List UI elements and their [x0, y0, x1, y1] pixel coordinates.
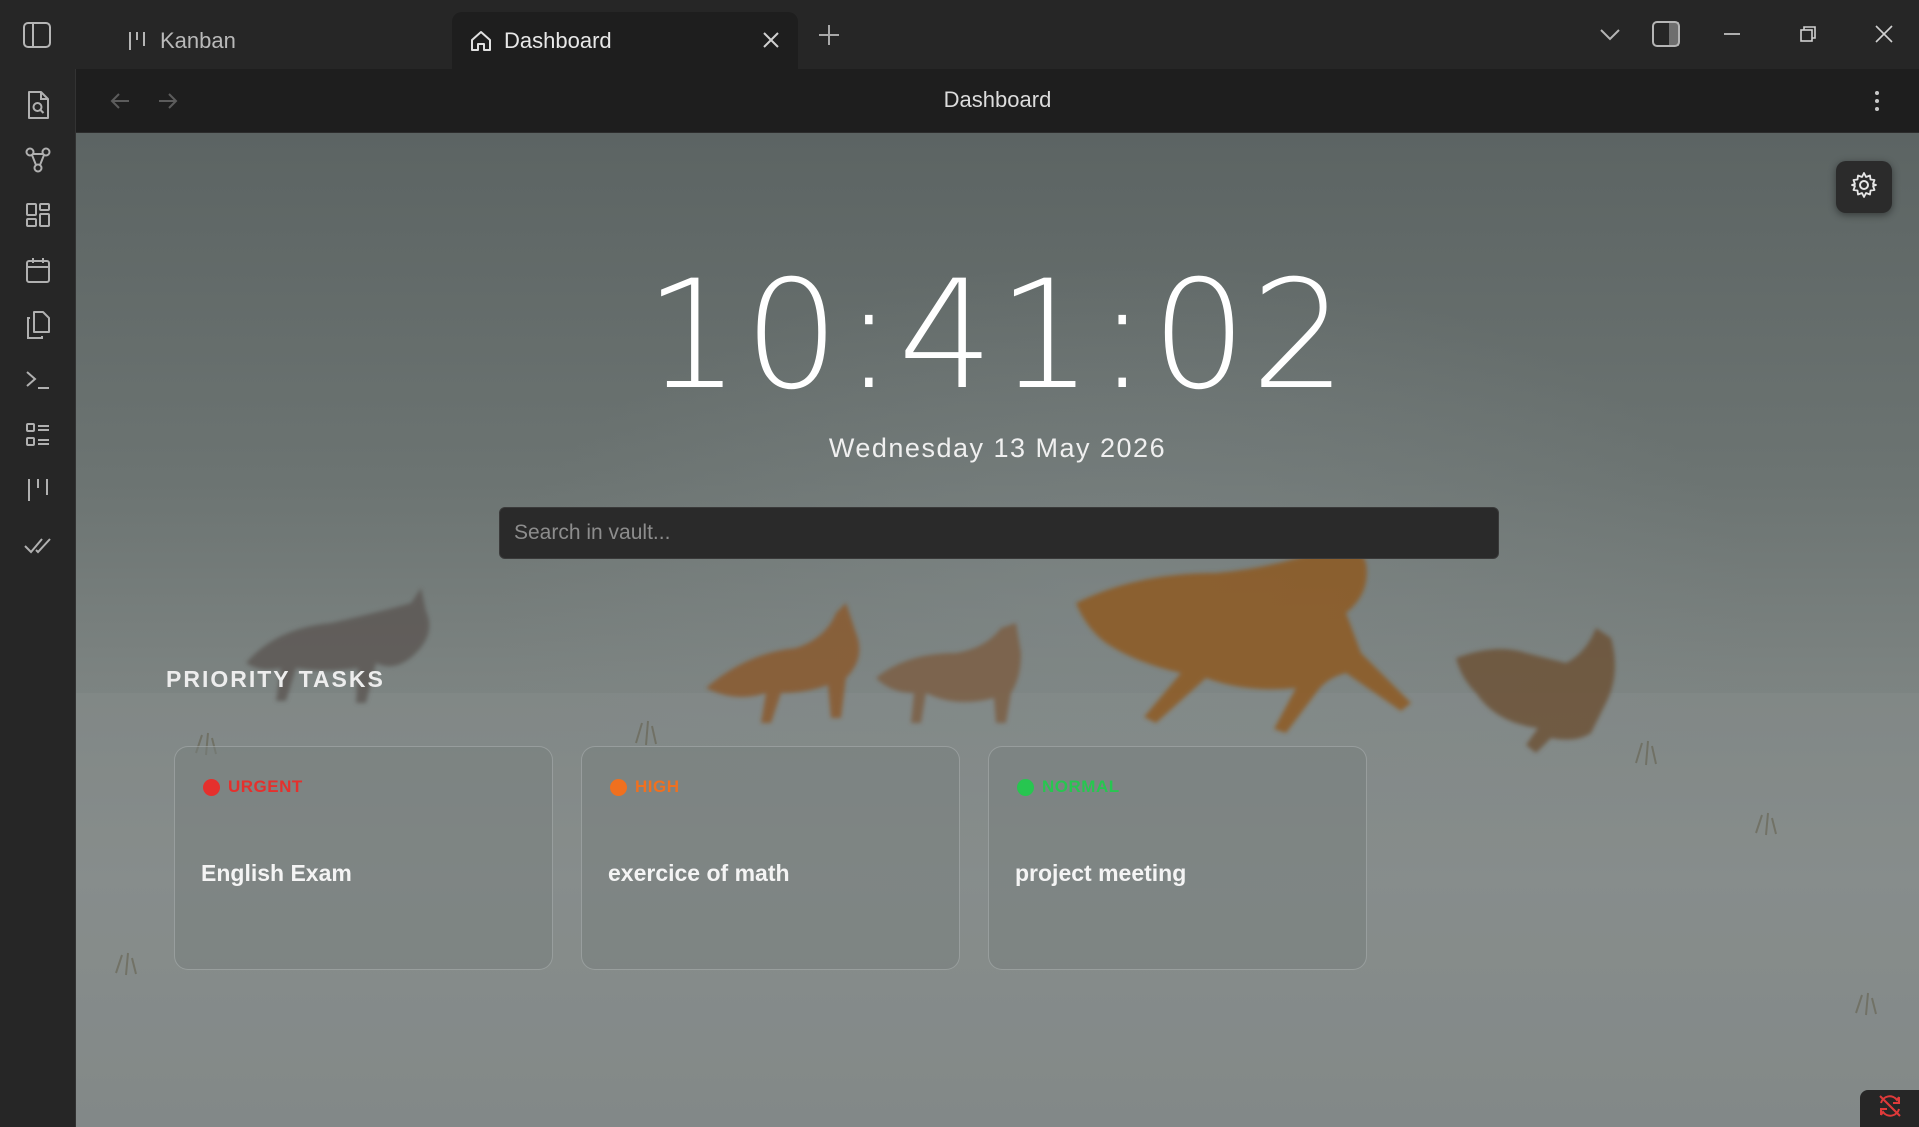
calendar-icon[interactable] [19, 251, 57, 289]
close-window-icon[interactable] [1866, 16, 1902, 52]
tab-label: Kanban [160, 27, 236, 53]
right-sidebar-toggle-icon[interactable] [1648, 16, 1684, 52]
priority-label: NORMAL [1042, 777, 1120, 796]
kanban-icon[interactable] [19, 471, 57, 509]
more-options-icon[interactable] [1861, 85, 1893, 117]
copy-icon[interactable] [19, 306, 57, 344]
priority-label: URGENT [228, 777, 303, 796]
file-search-icon[interactable] [19, 86, 57, 124]
tab-label: Dashboard [504, 27, 612, 53]
title-bar: Kanban Dashboard [0, 0, 1919, 69]
clock-date: Wednesday 13 May 2026 [828, 433, 1167, 463]
dashboard-settings-button[interactable] [1836, 161, 1892, 213]
priority-dot [1017, 778, 1034, 796]
sync-status-button[interactable] [1860, 1090, 1919, 1127]
left-ribbon [0, 69, 76, 1127]
tab-kanban[interactable]: Kanban [112, 12, 448, 69]
priority-badge: NORMAL [1017, 777, 1120, 797]
list-icon[interactable] [19, 416, 57, 454]
view-title: Dashboard [943, 87, 1052, 112]
task-card[interactable]: HIGH exercice of math [581, 746, 960, 970]
gear-icon [1850, 171, 1878, 204]
priority-dot [203, 778, 220, 796]
task-title: exercice of math [608, 860, 790, 886]
new-tab-icon[interactable] [814, 20, 844, 50]
priority-label: HIGH [635, 777, 680, 796]
check-icon[interactable] [19, 526, 57, 564]
task-title: project meeting [1015, 860, 1187, 886]
home-icon [468, 28, 494, 54]
task-card[interactable]: NORMAL project meeting [988, 746, 1367, 970]
graph-icon[interactable] [19, 141, 57, 179]
left-sidebar-toggle-icon[interactable] [20, 18, 54, 52]
priority-badge: HIGH [610, 777, 680, 797]
kanban-icon [124, 28, 150, 54]
grid-icon[interactable] [19, 196, 57, 234]
sync-error-icon [1877, 1093, 1903, 1124]
restore-icon[interactable] [1790, 16, 1826, 52]
tab-list-chevron-down-icon[interactable] [1592, 16, 1628, 52]
tab-dashboard[interactable]: Dashboard [452, 12, 798, 69]
clock-time: 10:41:02 [644, 249, 1351, 423]
task-card[interactable]: URGENT English Exam [174, 746, 553, 970]
dashboard-view: 10:41:02 Wednesday 13 May 2026 PRIORITY … [76, 133, 1919, 1127]
close-tab-icon[interactable] [758, 27, 784, 53]
priority-badge: URGENT [203, 777, 303, 797]
view-header: Dashboard [76, 69, 1919, 133]
terminal-icon[interactable] [19, 361, 57, 399]
task-title: English Exam [201, 860, 352, 886]
minimize-icon[interactable] [1714, 16, 1750, 52]
priority-dot [610, 778, 627, 796]
priority-tasks-heading: PRIORITY TASKS [166, 666, 385, 692]
vault-search-input[interactable] [499, 507, 1499, 559]
